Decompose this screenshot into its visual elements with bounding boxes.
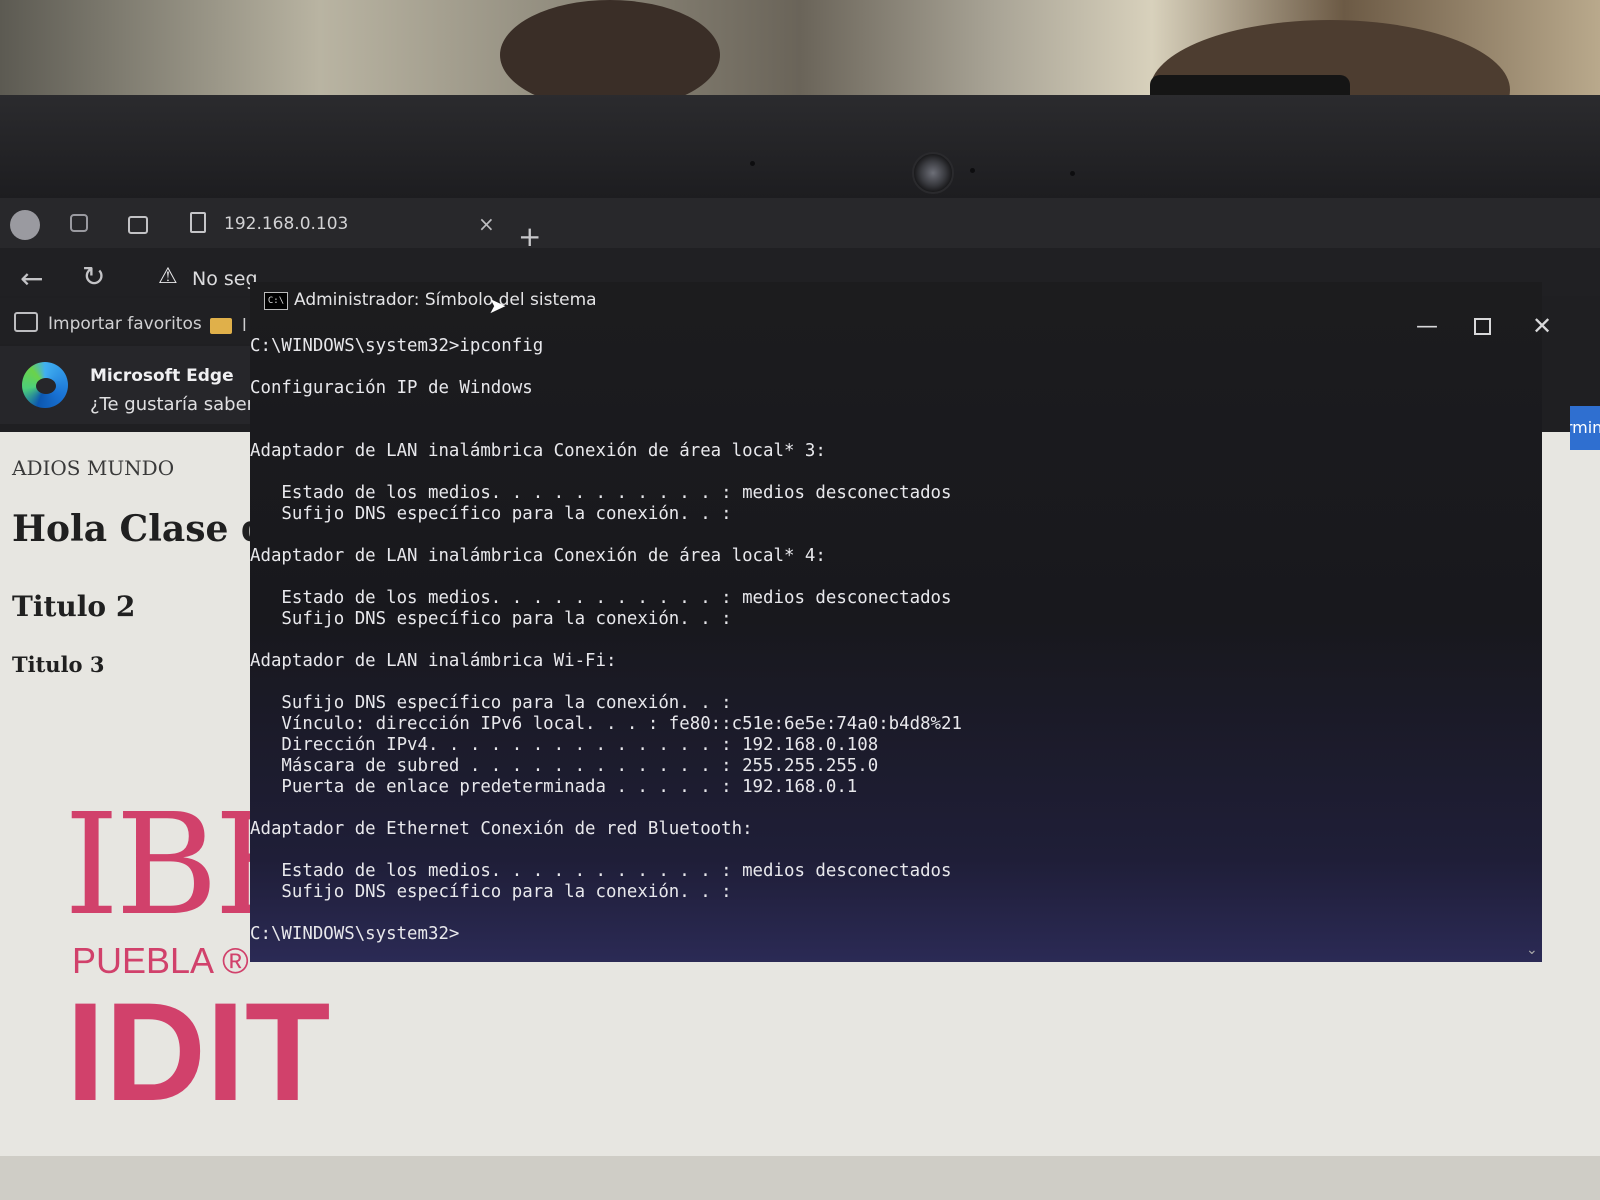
page-icon [190,212,206,233]
import-favorites-link[interactable]: Importar favoritos [48,314,202,334]
workspaces-icon[interactable] [70,214,88,232]
security-status[interactable]: No seg [192,268,258,290]
profile-icon[interactable] [10,210,40,240]
page-right-button-label: ermin [1570,418,1600,437]
page-heading-1: Hola Clase d [12,508,267,550]
warning-icon[interactable]: ⚠ [158,264,178,289]
folder-icon[interactable] [210,318,232,334]
page-heading-3: Titulo 3 [12,652,105,677]
webcam [912,152,954,194]
close-icon[interactable]: × [478,212,495,236]
cmd-window-title: Administrador: Símbolo del sistema [294,290,597,310]
mouse-cursor-icon: ➤ [488,294,507,319]
tab-actions-icon[interactable] [128,216,148,234]
page-heading-2: Titulo 2 [12,590,136,623]
edge-logo-icon [22,362,68,408]
browser-tab-bar: 192.168.0.103 × + [0,198,1600,251]
edge-banner-title: Microsoft Edge [90,366,234,386]
import-favorites-icon[interactable] [14,312,38,332]
taskbar [0,1156,1600,1200]
page-right-button[interactable]: ermin [1570,406,1600,450]
tab-title: 192.168.0.103 [224,214,349,234]
person-head [500,0,720,110]
scroll-down-icon[interactable]: ⌄ [1526,942,1538,958]
edge-banner-message: ¿Te gustaría saber [90,394,255,415]
plus-icon[interactable]: + [518,223,541,251]
console-output[interactable]: C:\WINDOWS\system32>ipconfig Configuraci… [250,336,1542,945]
bezel-sensor [970,168,975,173]
bezel-sensor [1070,171,1075,176]
page-text-adios: ADIOS MUNDO [12,456,175,480]
laptop-bezel [0,95,1600,205]
refresh-icon[interactable]: ↻ [82,260,105,293]
laptop-screen: 192.168.0.103 × + ← ↻ ⚠ No seg Importar … [0,198,1600,1200]
bezel-sensor [750,161,755,166]
cmd-icon: C:\ [264,292,288,310]
maximize-icon[interactable] [1474,318,1491,335]
idit-logo-text: IDIT [66,973,331,1130]
command-prompt-window[interactable]: C:\ Administrador: Símbolo del sistema ➤… [250,282,1552,962]
browser-tab[interactable]: 192.168.0.103 × [176,204,556,244]
favorites-folder-label[interactable]: l [242,316,247,336]
cmd-titlebar[interactable]: C:\ Administrador: Símbolo del sistema ➤… [250,282,1552,340]
back-arrow-icon[interactable]: ← [20,262,43,295]
